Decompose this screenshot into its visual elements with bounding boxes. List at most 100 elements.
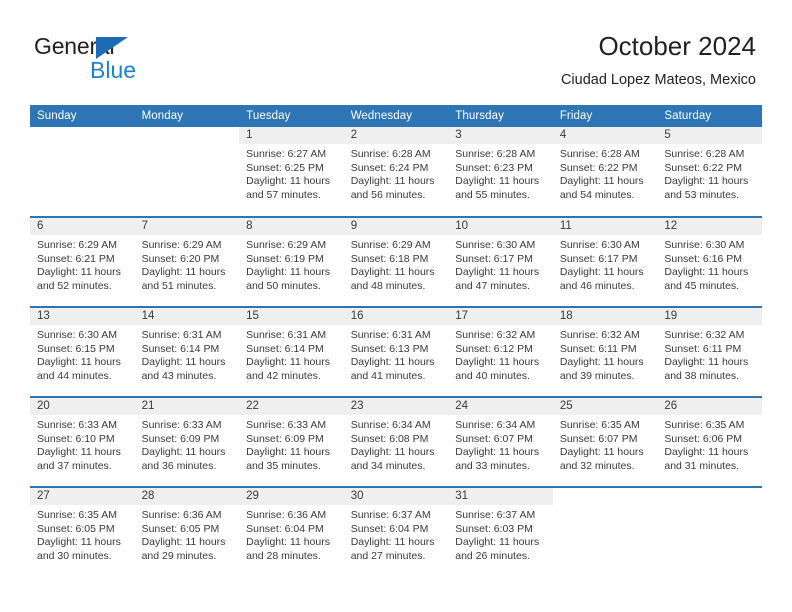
calendar-day-cell[interactable]: 27 Sunrise: 6:35 AM Sunset: 6:05 PM Dayligh…	[30, 486, 135, 577]
calendar-day-cell[interactable]: 7 Sunrise: 6:29 AM Sunset: 6:20 PM Daylight…	[134, 216, 240, 307]
day-number-band: 18	[552, 308, 658, 325]
day-number-band: 26	[657, 398, 762, 415]
calendar-week-row: 27 Sunrise: 6:35 AM Sunset: 6:05 PM Dayligh…	[30, 486, 762, 577]
calendar-empty-cell	[30, 127, 135, 217]
calendar-day-cell[interactable]: 26 Sunrise: 6:35 AM Sunset: 6:06 PM Dayligh…	[657, 396, 762, 487]
calendar-day-cell[interactable]: 20 Sunrise: 6:33 AM Sunset: 6:10 PM Dayligh…	[30, 396, 135, 487]
calendar-day-cell[interactable]: 31 Sunrise: 6:37 AM Sunset: 6:03 PM Dayligh…	[448, 486, 553, 577]
calendar-day-cell[interactable]: 23 Sunrise: 6:34 AM Sunset: 6:08 PM Dayligh…	[343, 396, 449, 487]
calendar-header-row-group: Sunday Monday Tuesday Wednesday Thursday…	[30, 105, 762, 127]
sunrise-text: Sunrise: 6:31 AM	[141, 329, 222, 341]
day-details: Sunrise: 6:34 AM Sunset: 6:07 PM Daylight:…	[448, 415, 553, 473]
sunset-text: Sunset: 6:11 PM	[664, 342, 742, 355]
sunrise-text: Sunrise: 6:30 AM	[559, 239, 640, 251]
weekday-header-monday: Monday	[134, 105, 240, 127]
day-cell-inner: 29 Sunrise: 6:36 AM Sunset: 6:04 PM Dayligh…	[239, 488, 344, 576]
day-details: Sunrise: 6:37 AM Sunset: 6:04 PM Daylight:…	[344, 505, 449, 563]
sunrise-text: Sunrise: 6:34 AM	[455, 419, 536, 431]
sunset-text: Sunset: 6:05 PM	[37, 522, 115, 535]
day-details: Sunrise: 6:32 AM Sunset: 6:12 PM Daylight:…	[448, 325, 553, 383]
calendar-day-cell[interactable]: 1 Sunrise: 6:27 AM Sunset: 6:25 PM Daylight…	[239, 127, 344, 217]
day-details: Sunrise: 6:35 AM Sunset: 6:05 PM Daylight:…	[30, 505, 135, 563]
day-details: Sunrise: 6:29 AM Sunset: 6:18 PM Daylight:…	[344, 235, 449, 293]
sunrise-text: Sunrise: 6:32 AM	[559, 329, 640, 341]
day-number: 8	[246, 220, 253, 232]
calendar-day-cell[interactable]: 12 Sunrise: 6:30 AM Sunset: 6:16 PM Dayligh…	[657, 216, 762, 307]
calendar-day-cell[interactable]: 28 Sunrise: 6:36 AM Sunset: 6:05 PM Dayligh…	[134, 486, 240, 577]
calendar-week-row: 13 Sunrise: 6:30 AM Sunset: 6:15 PM Dayligh…	[30, 306, 762, 397]
calendar-day-cell[interactable]: 29 Sunrise: 6:36 AM Sunset: 6:04 PM Dayligh…	[239, 486, 344, 577]
day-details: Sunrise: 6:29 AM Sunset: 6:19 PM Daylight:…	[239, 235, 344, 293]
day-number-band: 29	[239, 488, 344, 505]
daylight-text: Daylight: 11 hours and 45 minutes.	[664, 266, 749, 292]
day-number: 10	[455, 220, 469, 232]
sunset-text: Sunset: 6:04 PM	[246, 522, 324, 535]
day-cell-inner: 8 Sunrise: 6:29 AM Sunset: 6:19 PM Daylight…	[239, 218, 344, 306]
calendar-week-row: 6 Sunrise: 6:29 AM Sunset: 6:21 PM Daylight…	[30, 216, 762, 307]
daylight-text: Daylight: 11 hours and 38 minutes.	[664, 356, 749, 382]
day-number: 6	[37, 220, 44, 232]
daylight-text: Daylight: 11 hours and 55 minutes.	[455, 175, 540, 201]
calendar-day-cell[interactable]: 6 Sunrise: 6:29 AM Sunset: 6:21 PM Daylight…	[30, 216, 135, 307]
calendar-day-cell[interactable]: 25 Sunrise: 6:35 AM Sunset: 6:07 PM Dayligh…	[552, 396, 658, 487]
calendar-day-cell[interactable]: 8 Sunrise: 6:29 AM Sunset: 6:19 PM Daylight…	[239, 216, 344, 307]
calendar-day-cell[interactable]: 21 Sunrise: 6:33 AM Sunset: 6:09 PM Dayligh…	[134, 396, 240, 487]
daylight-text: Daylight: 11 hours and 35 minutes.	[246, 446, 330, 472]
day-number-band: 3	[448, 127, 553, 144]
calendar-day-cell[interactable]: 5 Sunrise: 6:28 AM Sunset: 6:22 PM Daylight…	[657, 127, 762, 217]
calendar-day-cell[interactable]: 3 Sunrise: 6:28 AM Sunset: 6:23 PM Daylight…	[448, 127, 553, 217]
day-number-band: 11	[552, 218, 658, 235]
calendar-day-cell[interactable]: 19 Sunrise: 6:32 AM Sunset: 6:11 PM Dayligh…	[657, 306, 762, 397]
calendar-day-cell[interactable]: 14 Sunrise: 6:31 AM Sunset: 6:14 PM Dayligh…	[134, 306, 240, 397]
day-details: Sunrise: 6:33 AM Sunset: 6:09 PM Daylight:…	[239, 415, 344, 473]
sunrise-text: Sunrise: 6:31 AM	[246, 329, 327, 341]
day-number: 25	[559, 400, 573, 412]
sunrise-text: Sunrise: 6:37 AM	[350, 509, 431, 521]
day-number-band: 25	[552, 398, 658, 415]
day-number: 22	[246, 400, 259, 412]
weekday-header-tuesday: Tuesday	[239, 105, 344, 127]
sunrise-text: Sunrise: 6:33 AM	[141, 419, 222, 431]
calendar-day-cell[interactable]: 18 Sunrise: 6:32 AM Sunset: 6:11 PM Dayligh…	[552, 306, 658, 397]
day-cell-inner: 15 Sunrise: 6:31 AM Sunset: 6:14 PM Dayligh…	[239, 308, 344, 396]
calendar-day-cell[interactable]: 17 Sunrise: 6:32 AM Sunset: 6:12 PM Dayligh…	[448, 306, 553, 397]
day-cell-inner: 16 Sunrise: 6:31 AM Sunset: 6:13 PM Dayligh…	[343, 308, 449, 396]
day-number: 15	[246, 310, 259, 322]
calendar-day-cell[interactable]: 30 Sunrise: 6:37 AM Sunset: 6:04 PM Dayligh…	[343, 486, 449, 577]
day-cell-inner: 5 Sunrise: 6:28 AM Sunset: 6:22 PM Daylight…	[657, 127, 762, 215]
day-cell-inner	[657, 488, 762, 576]
page-title: October 2024	[598, 31, 756, 61]
calendar-day-cell[interactable]: 9 Sunrise: 6:29 AM Sunset: 6:18 PM Daylight…	[343, 216, 449, 307]
sunset-text: Sunset: 6:15 PM	[37, 342, 115, 355]
calendar-day-cell[interactable]: 10 Sunrise: 6:30 AM Sunset: 6:17 PM Dayligh…	[448, 216, 553, 307]
day-number: 12	[664, 220, 678, 232]
day-cell-inner	[134, 127, 240, 215]
calendar-day-cell[interactable]: 24 Sunrise: 6:34 AM Sunset: 6:07 PM Dayligh…	[448, 396, 553, 487]
sunrise-text: Sunrise: 6:29 AM	[37, 239, 117, 251]
day-cell-inner: 17 Sunrise: 6:32 AM Sunset: 6:12 PM Dayligh…	[448, 308, 553, 396]
sunset-text: Sunset: 6:14 PM	[246, 342, 324, 355]
calendar-day-cell[interactable]: 15 Sunrise: 6:31 AM Sunset: 6:14 PM Dayligh…	[239, 306, 344, 397]
sunset-text: Sunset: 6:07 PM	[455, 432, 533, 445]
day-number-band: 5	[657, 127, 762, 144]
calendar-day-cell[interactable]: 11 Sunrise: 6:30 AM Sunset: 6:17 PM Dayligh…	[552, 216, 658, 307]
sunrise-text: Sunrise: 6:32 AM	[664, 329, 745, 341]
general-blue-logo[interactable]: General Blue	[34, 33, 214, 85]
calendar-day-cell[interactable]: 16 Sunrise: 6:31 AM Sunset: 6:13 PM Dayligh…	[343, 306, 449, 397]
daylight-text: Daylight: 11 hours and 46 minutes.	[559, 266, 644, 292]
sunrise-text: Sunrise: 6:30 AM	[37, 329, 117, 341]
sunset-text: Sunset: 6:22 PM	[664, 161, 743, 174]
day-number-band: 28	[134, 488, 240, 505]
day-cell-inner: 13 Sunrise: 6:30 AM Sunset: 6:15 PM Dayligh…	[30, 308, 135, 396]
weekday-header-thursday: Thursday	[448, 105, 553, 127]
calendar-day-cell[interactable]: 4 Sunrise: 6:28 AM Sunset: 6:22 PM Daylight…	[552, 127, 658, 217]
calendar-day-cell[interactable]: 2 Sunrise: 6:28 AM Sunset: 6:24 PM Daylight…	[343, 127, 449, 217]
sunset-text: Sunset: 6:22 PM	[559, 161, 638, 174]
sunset-text: Sunset: 6:06 PM	[664, 432, 743, 445]
calendar-day-cell[interactable]: 13 Sunrise: 6:30 AM Sunset: 6:15 PM Dayligh…	[30, 306, 135, 397]
day-number-band: 7	[134, 218, 240, 235]
calendar-day-cell[interactable]: 22 Sunrise: 6:33 AM Sunset: 6:09 PM Dayligh…	[239, 396, 344, 487]
daylight-text: Daylight: 11 hours and 31 minutes.	[664, 446, 749, 472]
day-number-band: 24	[448, 398, 553, 415]
sunset-text: Sunset: 6:11 PM	[559, 342, 637, 355]
